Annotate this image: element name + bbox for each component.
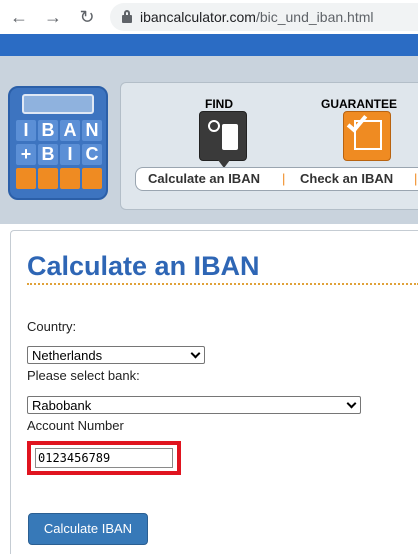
- logo-row-bic: + B I C: [14, 144, 104, 166]
- country-select-value: Netherlands: [32, 348, 103, 363]
- url-text: ibancalculator.com/bic_und_iban.html: [140, 9, 373, 25]
- country-select[interactable]: Netherlands: [27, 346, 205, 364]
- url-path: /bic_und_iban.html: [255, 9, 374, 25]
- logo-row-iban: I B A N: [14, 120, 104, 142]
- calculate-iban-button[interactable]: Calculate IBAN: [28, 513, 148, 545]
- magnifier-icon: [208, 120, 220, 132]
- bank-select-value: Rabobank: [32, 398, 92, 413]
- calculator-icon: [222, 124, 238, 150]
- feature-tabs: Calculate an IBAN | Check an IBAN |: [135, 167, 418, 191]
- logo-letter: C: [82, 144, 102, 165]
- address-bar[interactable]: ibancalculator.com/bic_und_iban.html: [110, 3, 418, 31]
- logo-key: [38, 168, 58, 189]
- forward-arrow-icon[interactable]: →: [42, 6, 64, 28]
- find-title: FIND: [205, 97, 233, 111]
- logo-row-keys: [14, 168, 104, 190]
- tab-separator: |: [282, 171, 286, 186]
- page-title: Calculate an IBAN: [27, 251, 260, 281]
- tab-check-iban[interactable]: Check an IBAN: [300, 171, 393, 186]
- find-calculator-icon[interactable]: [199, 111, 247, 168]
- site-header: I B A N + B I C FIND GUARANTEE Calculate…: [0, 56, 418, 224]
- account-number-input[interactable]: 0123456789: [35, 448, 173, 468]
- site-top-band: [0, 34, 418, 56]
- logo-letter: I: [16, 120, 36, 141]
- calculator-form-card: Calculate an IBAN Country: Netherlands P…: [10, 230, 418, 554]
- guarantee-check-icon[interactable]: [343, 111, 391, 161]
- country-label: Country:: [27, 319, 77, 334]
- bank-label: Please select bank:: [27, 368, 140, 383]
- back-arrow-icon[interactable]: ←: [8, 6, 30, 28]
- account-number-highlight: 0123456789: [27, 441, 181, 475]
- tab-calculate-iban[interactable]: Calculate an IBAN: [148, 171, 260, 186]
- chevron-down-icon: [346, 398, 357, 409]
- logo-letter: A: [60, 120, 80, 141]
- logo-key: [16, 168, 36, 189]
- logo-screen: [22, 94, 94, 114]
- account-number-label: Account Number: [27, 418, 124, 433]
- logo-letter: B: [38, 144, 58, 165]
- chevron-down-icon: [190, 348, 201, 359]
- iban-bic-logo[interactable]: I B A N + B I C: [8, 86, 108, 200]
- guarantee-title: GUARANTEE: [321, 97, 398, 111]
- logo-letter: B: [38, 120, 58, 141]
- logo-letter: N: [82, 120, 102, 141]
- feature-menu: FIND GUARANTEE Calculate an IBAN | Check…: [120, 82, 418, 210]
- title-divider: [27, 283, 418, 285]
- bank-select[interactable]: Rabobank: [27, 396, 361, 414]
- url-domain: ibancalculator.com: [140, 9, 256, 25]
- reload-icon[interactable]: ↻: [76, 6, 98, 28]
- logo-letter: +: [16, 144, 36, 165]
- lock-icon[interactable]: [122, 10, 132, 23]
- logo-key: [82, 168, 102, 189]
- logo-key: [60, 168, 80, 189]
- logo-letter: I: [60, 144, 80, 165]
- tab-separator: |: [414, 171, 418, 186]
- browser-toolbar: ← → ↻ ibancalculator.com/bic_und_iban.ht…: [0, 0, 418, 34]
